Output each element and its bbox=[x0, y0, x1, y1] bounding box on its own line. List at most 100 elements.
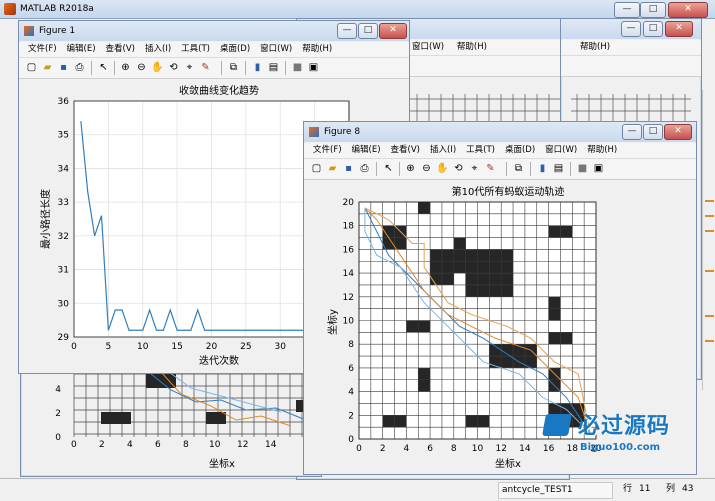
menu-desktop[interactable]: 桌面(D) bbox=[500, 143, 540, 158]
legend-icon[interactable]: ▤ bbox=[552, 162, 565, 175]
obstacle-cell bbox=[465, 261, 478, 274]
fig1-maximize-button[interactable]: □ bbox=[358, 23, 378, 39]
obstacle-cell bbox=[560, 332, 573, 345]
y-tick-label: 18 bbox=[343, 222, 355, 232]
menu-help[interactable]: 帮助(H) bbox=[575, 40, 615, 55]
menu-view[interactable]: 查看(V) bbox=[386, 143, 425, 158]
menu-edit[interactable]: 编辑(E) bbox=[62, 42, 101, 57]
x-tick-label: 0 bbox=[356, 444, 362, 454]
dock-icon[interactable]: ▣ bbox=[307, 61, 320, 74]
link-plot-icon[interactable]: ⧉ bbox=[227, 61, 240, 74]
x-tick-label: 25 bbox=[240, 342, 251, 352]
menu-insert[interactable]: 插入(I) bbox=[425, 143, 461, 158]
rotate-icon[interactable]: ⟲ bbox=[167, 61, 180, 74]
toolbar-separator bbox=[530, 162, 531, 176]
obstacle-cell bbox=[394, 237, 407, 250]
fig8-minimize-button[interactable]: — bbox=[622, 124, 642, 140]
print-icon[interactable]: ⎙ bbox=[358, 162, 371, 175]
dock-icon[interactable]: ▣ bbox=[592, 162, 605, 175]
menu-tools[interactable]: 工具(T) bbox=[461, 143, 500, 158]
rotate-icon[interactable]: ⟲ bbox=[452, 162, 465, 175]
obstacle-cell bbox=[501, 249, 514, 262]
x-tick-label: 6 bbox=[427, 444, 433, 454]
obstacle-cell bbox=[548, 225, 561, 238]
figure-1-toolbar: ▢ ▰ ▪ ⎙ ↖ ⊕ ⊖ ✋ ⟲ ⌖ ✎ ⧉ ▮ ▤ ■ ▣ bbox=[19, 58, 409, 79]
menu-edit[interactable]: 编辑(E) bbox=[347, 143, 386, 158]
maximize-button[interactable]: □ bbox=[640, 2, 666, 18]
fig8-close-button[interactable]: ✕ bbox=[664, 124, 692, 140]
chart-title: 第10代所有蚂蚁运动轨迹 bbox=[452, 185, 565, 198]
menu-desktop[interactable]: 桌面(D) bbox=[215, 42, 255, 57]
y-tick-label: 29 bbox=[58, 333, 70, 343]
brush-icon[interactable]: ✎ bbox=[199, 61, 212, 74]
menu-view[interactable]: 查看(V) bbox=[101, 42, 140, 57]
obstacle-cell bbox=[453, 237, 466, 250]
obstacle-cell bbox=[477, 415, 490, 428]
menu-window[interactable]: 窗口(W) bbox=[255, 42, 297, 57]
background-figure-c[interactable]: 4 2 0 0 2 4 6 8 10 12 14 坐标x bbox=[20, 360, 322, 477]
brush-icon[interactable]: ✎ bbox=[484, 162, 497, 175]
hide-tools-icon[interactable]: ■ bbox=[291, 61, 304, 74]
menu-file[interactable]: 文件(F) bbox=[308, 143, 347, 158]
watermark-title: 必过源码 bbox=[578, 414, 671, 439]
obstacle-cell bbox=[477, 249, 490, 262]
open-icon[interactable]: ▰ bbox=[41, 61, 54, 74]
bg-close-button[interactable]: ✕ bbox=[665, 21, 693, 37]
panel-marker bbox=[705, 270, 714, 272]
data-cursor-icon[interactable]: ⌖ bbox=[183, 61, 196, 74]
pointer-icon[interactable]: ↖ bbox=[97, 61, 110, 74]
menu-help[interactable]: 帮助(H) bbox=[297, 42, 337, 57]
menu-help[interactable]: 帮助(H) bbox=[452, 40, 492, 55]
save-icon[interactable]: ▪ bbox=[57, 61, 70, 74]
pan-icon[interactable]: ✋ bbox=[436, 162, 449, 175]
open-icon[interactable]: ▰ bbox=[326, 162, 339, 175]
menu-window[interactable]: 窗口(W) bbox=[540, 143, 582, 158]
zoom-out-icon[interactable]: ⊖ bbox=[135, 61, 148, 74]
pan-icon[interactable]: ✋ bbox=[151, 61, 164, 74]
fig1-minimize-button[interactable]: — bbox=[337, 23, 357, 39]
minimize-button[interactable]: — bbox=[614, 2, 640, 18]
colorbar-icon[interactable]: ▮ bbox=[536, 162, 549, 175]
colorbar-icon[interactable]: ▮ bbox=[251, 61, 264, 74]
menu-tools[interactable]: 工具(T) bbox=[176, 42, 215, 57]
obstacle-cell bbox=[406, 320, 419, 333]
panel-marker bbox=[705, 315, 714, 317]
obstacle-cell bbox=[441, 249, 454, 262]
obstacle-cell bbox=[477, 261, 490, 274]
pointer-icon[interactable]: ↖ bbox=[382, 162, 395, 175]
menu-file[interactable]: 文件(F) bbox=[23, 42, 62, 57]
figure-8-toolbar: ▢ ▰ ▪ ⎙ ↖ ⊕ ⊖ ✋ ⟲ ⌖ ✎ ⧉ ▮ ▤ ■ ▣ bbox=[304, 159, 696, 180]
bg-figure-titlebar: — □ ✕ bbox=[561, 19, 701, 39]
menu-insert[interactable]: 插入(I) bbox=[140, 42, 176, 57]
legend-icon[interactable]: ▤ bbox=[267, 61, 280, 74]
hide-tools-icon[interactable]: ■ bbox=[576, 162, 589, 175]
obstacle-cell bbox=[489, 284, 502, 297]
new-figure-icon[interactable]: ▢ bbox=[25, 61, 38, 74]
bg-minimize-button[interactable]: — bbox=[621, 21, 641, 37]
link-plot-icon[interactable]: ⧉ bbox=[512, 162, 525, 175]
figure-1-titlebar: Figure 1 — □ ✕ bbox=[19, 21, 409, 41]
x-tick-label: 20 bbox=[206, 342, 218, 352]
obstacle-cell bbox=[430, 261, 442, 274]
y-tick-label: 14 bbox=[343, 269, 355, 279]
obstacle-cell bbox=[418, 320, 431, 333]
zoom-in-icon[interactable]: ⊕ bbox=[119, 61, 132, 74]
bg-maximize-button[interactable]: □ bbox=[643, 21, 663, 37]
x-tick-label: 0 bbox=[71, 342, 77, 352]
new-figure-icon[interactable]: ▢ bbox=[310, 162, 323, 175]
tick-label: 0 bbox=[71, 440, 77, 450]
menu-window[interactable]: 窗口(W) bbox=[407, 40, 449, 55]
save-icon[interactable]: ▪ bbox=[342, 162, 355, 175]
fig1-close-button[interactable]: ✕ bbox=[379, 23, 407, 39]
figure-1-title: Figure 1 bbox=[39, 26, 76, 36]
close-button[interactable]: ✕ bbox=[668, 2, 708, 18]
zoom-out-icon[interactable]: ⊖ bbox=[420, 162, 433, 175]
bg-grid-c: 4 2 0 bbox=[55, 360, 311, 443]
print-icon[interactable]: ⎙ bbox=[73, 61, 86, 74]
y-tick-label: 0 bbox=[348, 435, 354, 445]
menu-help[interactable]: 帮助(H) bbox=[582, 143, 622, 158]
fig8-maximize-button[interactable]: □ bbox=[643, 124, 663, 140]
status-bar: antcycle_TEST1 行 11 列 43 bbox=[0, 478, 715, 501]
zoom-in-icon[interactable]: ⊕ bbox=[404, 162, 417, 175]
data-cursor-icon[interactable]: ⌖ bbox=[468, 162, 481, 175]
